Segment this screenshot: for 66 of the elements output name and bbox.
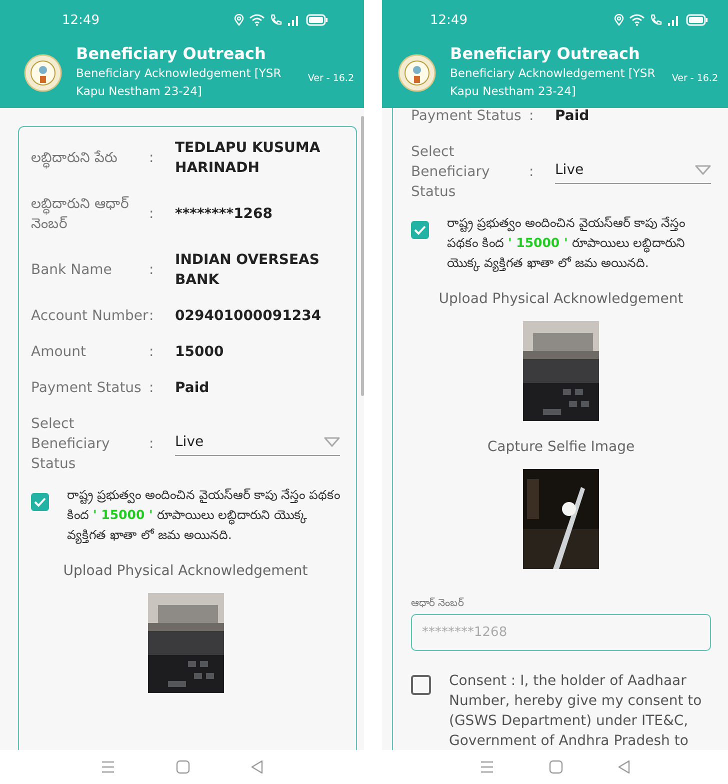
back-icon[interactable] <box>618 760 630 774</box>
battery-icon <box>306 14 328 26</box>
field-label: లబ్ధిదారుని పేరు <box>31 148 149 168</box>
field-label: Bank Name <box>31 261 113 280</box>
section-heading: Capture Selfie Image <box>487 439 635 455</box>
colon: : <box>149 436 155 452</box>
field-value: INDIAN OVERSEAS BANK <box>175 251 320 290</box>
checkbox[interactable] <box>31 493 49 511</box>
wifi-icon <box>249 14 265 26</box>
field-value: 029401000091234 <box>175 307 322 326</box>
colon: : <box>529 164 535 180</box>
signal-icon <box>667 14 681 26</box>
location-icon <box>234 14 244 26</box>
colon: : <box>149 308 155 324</box>
field-label: Select Beneficiary Status <box>31 415 111 474</box>
app-title: Beneficiary Outreach <box>450 44 641 64</box>
version-label: Ver - 16.2 <box>672 73 718 84</box>
field-value: TEDLAPU KUSUMA HARINADH <box>175 139 322 178</box>
app-subtitle: Beneficiary Acknowledgement [YSR Kapu Nestham 23-24] <box>450 65 656 100</box>
checkbox[interactable] <box>411 221 429 239</box>
status-dropdown[interactable]: Live <box>175 432 340 456</box>
section-heading: Upload Physical Acknowledgement <box>63 563 308 579</box>
colon: : <box>149 262 155 278</box>
field-value: 15000 <box>175 343 225 362</box>
emblem-icon <box>24 54 62 92</box>
field-label: Select Beneficiary Status <box>411 143 491 202</box>
field-label: Payment Status <box>31 379 142 398</box>
menu-icon[interactable] <box>100 761 115 773</box>
checkbox[interactable] <box>411 675 431 695</box>
status-time: 12:49 <box>62 12 100 28</box>
app-title: Beneficiary Outreach <box>76 44 267 64</box>
field-value: Paid <box>555 108 590 126</box>
acknowledgement-text: రాష్ట్ర ప్రభుత్వం అందించిన వైయస్ఆర్ కాపు నేస్తం పథకం కింద ' 15000 ' రూపాయిలు లబ్ధిదారుని యొక్క వ్యక్తిగత ఖాతా లో జమ అయినది. <box>447 214 686 273</box>
colon: : <box>149 380 155 396</box>
field-label: Account Number <box>31 307 149 326</box>
battery-icon <box>686 14 708 26</box>
call-icon <box>650 14 662 26</box>
wifi-icon <box>629 14 645 26</box>
back-icon[interactable] <box>251 760 264 774</box>
field-label: Amount <box>31 343 88 362</box>
field-label: ఆధార్ నెంబర్ <box>411 597 466 611</box>
colon: : <box>529 108 535 124</box>
aadhaar-field[interactable]: ********1268 <box>411 614 711 651</box>
field-label: Payment Status <box>411 108 522 126</box>
home-icon[interactable] <box>548 760 563 774</box>
status-dropdown[interactable]: Live <box>555 160 711 184</box>
version-label: Ver - 16.2 <box>308 73 354 84</box>
section-heading: Upload Physical Acknowledgement <box>438 291 684 307</box>
status-time: 12:49 <box>430 12 468 28</box>
field-value: ********1268 <box>175 205 274 224</box>
colon: : <box>149 150 155 166</box>
consent-text: Consent : I, the holder of Aadhaar Number, hereby give my consent to (GSWS Department) under ITE&C, Government of Andhra Pradesh to <box>449 672 703 750</box>
location-icon <box>614 14 624 26</box>
emblem-icon <box>398 54 436 92</box>
field-value: Paid <box>175 379 210 398</box>
signal-icon <box>287 14 301 26</box>
dropdown-icon <box>695 165 711 175</box>
dropdown-icon <box>324 437 340 447</box>
colon: : <box>149 206 155 222</box>
acknowledgement-text: రాష్ట్ర ప్రభుత్వం అందించిన వైయస్ఆర్ కాపు నేస్తం పథకం కింద ' 15000 ' రూపాయిలు లబ్ధిదారుని యొక్క వ్యక్తిగత ఖాతా లో జమ అయినది. <box>67 486 340 545</box>
app-subtitle: Beneficiary Acknowledgement [YSR Kapu Nestham 23-24] <box>76 65 282 100</box>
colon: : <box>149 344 155 360</box>
call-icon <box>270 14 282 26</box>
menu-icon[interactable] <box>480 761 494 773</box>
home-icon[interactable] <box>176 760 190 774</box>
field-label: లబ్ధిదారుని ఆధార్ నెంబర్ <box>31 195 130 234</box>
